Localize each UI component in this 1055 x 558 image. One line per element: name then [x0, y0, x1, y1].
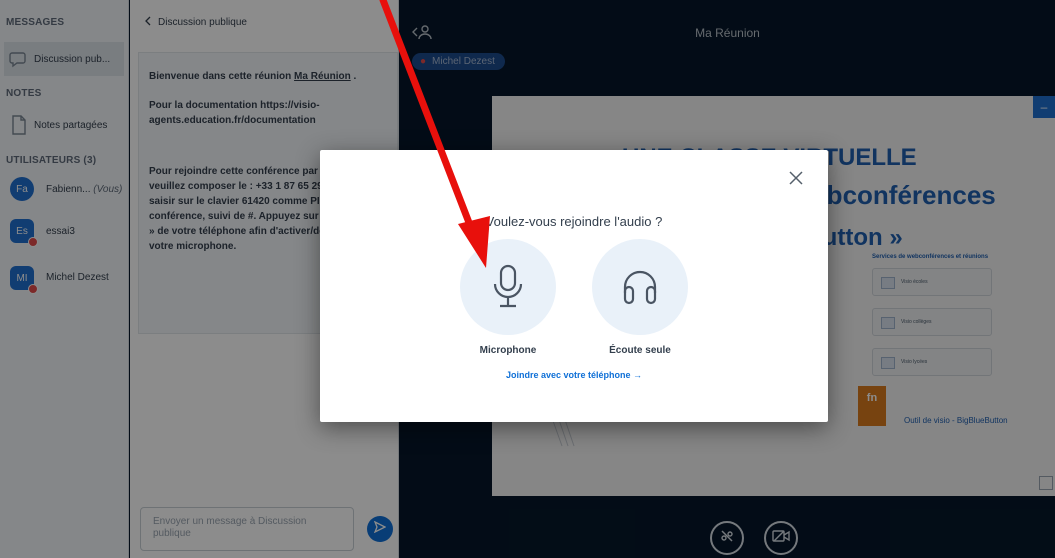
headphones-icon — [623, 270, 657, 305]
modal-title: Voulez-vous rejoindre l'audio ? — [485, 214, 663, 229]
close-modal-button[interactable] — [788, 170, 804, 186]
microphone-option-button[interactable]: Microphone — [460, 239, 556, 356]
listen-only-option-button[interactable]: Écoute seule — [592, 239, 688, 356]
listen-only-label: Écoute seule — [609, 345, 671, 356]
listen-only-option-circle[interactable] — [592, 239, 688, 335]
microphone-label: Microphone — [479, 345, 537, 356]
audio-join-modal: Voulez-vous rejoindre l'audio ? Micropho… — [320, 150, 828, 422]
microphone-icon — [493, 264, 523, 308]
close-icon — [789, 171, 803, 185]
join-by-phone-link[interactable]: Joindre avec votre téléphone → — [320, 370, 828, 380]
microphone-option-circle[interactable] — [460, 239, 556, 335]
